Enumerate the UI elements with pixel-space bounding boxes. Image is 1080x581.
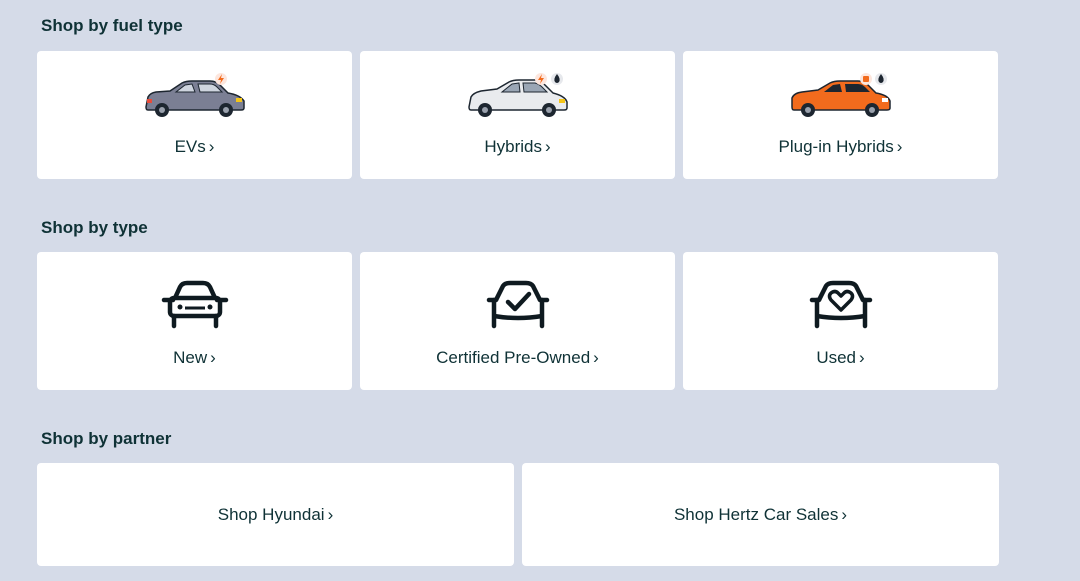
card-shop-hyundai[interactable]: Shop Hyundai › <box>37 463 514 566</box>
section-title-fuel-type: Shop by fuel type <box>41 16 183 35</box>
card-shop-hertz-car-sales-label: Shop Hertz Car Sales <box>673 505 839 524</box>
card-certified-pre-owned-label: Certified Pre-Owned <box>436 348 591 367</box>
hybrid-car-icon <box>360 71 675 121</box>
section-title-type: Shop by type <box>41 218 148 237</box>
chevron-right-icon: › <box>327 505 334 524</box>
card-plugin-hybrids[interactable]: Plug-in Hybrids › <box>683 51 998 179</box>
chevron-right-icon: › <box>841 505 848 524</box>
card-plugin-hybrids-label: Plug-in Hybrids <box>778 137 894 156</box>
chevron-right-icon: › <box>544 137 551 156</box>
chevron-right-icon: › <box>859 348 865 367</box>
used-car-heart-icon <box>683 278 998 330</box>
chevron-right-icon: › <box>896 137 903 156</box>
plugin-hybrid-car-icon <box>683 71 998 121</box>
chevron-right-icon: › <box>593 348 599 367</box>
chevron-right-icon: › <box>210 348 216 367</box>
card-used-label: Used <box>816 348 856 367</box>
chevron-right-icon: › <box>208 137 215 156</box>
card-hybrids[interactable]: Hybrids › <box>360 51 675 179</box>
card-evs[interactable]: EVs › <box>37 51 352 179</box>
card-used[interactable]: Used › <box>683 252 998 390</box>
section-title-partner: Shop by partner <box>41 429 172 448</box>
certified-car-icon <box>360 278 675 330</box>
card-new[interactable]: New › <box>37 252 352 390</box>
card-new-label: New <box>173 348 208 367</box>
card-hybrids-label: Hybrids <box>484 137 542 156</box>
card-certified-pre-owned[interactable]: Certified Pre-Owned › <box>360 252 675 390</box>
new-car-icon <box>37 278 352 330</box>
card-evs-label: EVs <box>174 137 206 156</box>
ev-car-icon <box>37 71 352 121</box>
card-shop-hyundai-label: Shop Hyundai <box>217 505 325 524</box>
card-shop-hertz-car-sales[interactable]: Shop Hertz Car Sales › <box>522 463 999 566</box>
